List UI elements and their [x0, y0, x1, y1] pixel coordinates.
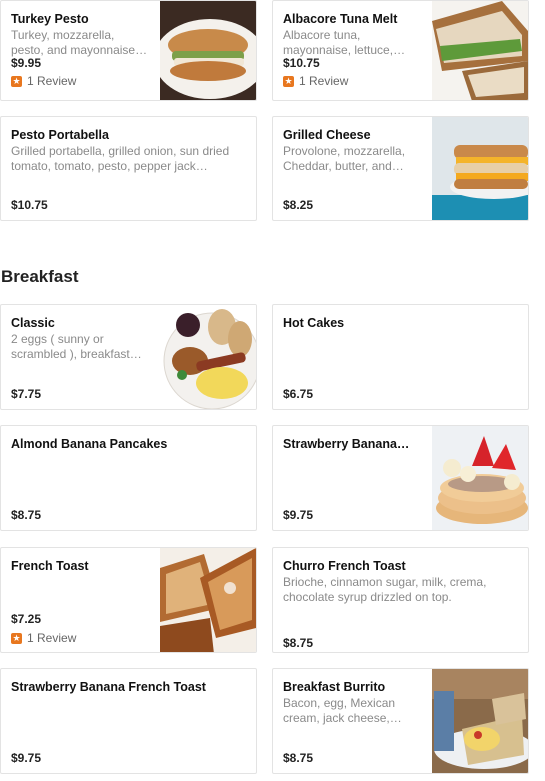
item-price: $9.75 [283, 508, 314, 522]
item-name: Pesto Portabella [11, 128, 109, 142]
item-review[interactable]: 1 Review [283, 74, 348, 88]
item-name: Strawberry Banana French Toast [11, 680, 206, 694]
item-price: $7.25 [11, 612, 42, 626]
menu-item-card[interactable]: Pesto Portabella Grilled portabella, gri… [0, 116, 257, 221]
item-description: Albacore tuna, mayonnaise, lettuce,… [283, 28, 406, 57]
item-name: Breakfast Burrito [283, 680, 386, 694]
item-description: Provolone, mozzarella, Cheddar, butter, … [283, 144, 406, 173]
item-name: Hot Cakes [283, 316, 345, 330]
item-name: Strawberry Banana… [283, 437, 410, 451]
menu-item-card[interactable]: Grilled Cheese Provolone, mozzarella, Ch… [272, 116, 529, 221]
item-description: 2 eggs ( sunny or scrambled ), breakfast… [11, 332, 142, 361]
item-photo-strawberry-banana-pancakes [432, 426, 528, 530]
review-count: 1 Review [27, 74, 77, 88]
item-description: Brioche, cinnamon sugar, milk, crema, ch… [283, 575, 487, 604]
review-count: 1 Review [27, 631, 77, 645]
item-price: $8.25 [283, 198, 314, 212]
item-price: $9.75 [11, 751, 42, 765]
item-description: Turkey, mozzarella, pesto, and mayonnais… [11, 28, 136, 57]
menu-item-card[interactable]: Almond Banana Pancakes $8.75 [0, 425, 257, 531]
item-photo-french-toast [160, 548, 256, 652]
item-name: Albacore Tuna Melt [283, 12, 398, 26]
item-description: Grilled portabella, grilled onion, sun d… [11, 144, 230, 173]
item-photo-albacore-tuna-melt [432, 1, 528, 100]
menu-item-card[interactable]: Strawberry Banana French Toast $9.75 [0, 668, 257, 774]
star-icon [11, 75, 22, 87]
menu-item-card[interactable]: Albacore Tuna Melt Albacore tuna, mayonn… [272, 0, 529, 101]
menu-item-card[interactable]: Hot Cakes $6.75 [272, 304, 529, 410]
item-price: $10.75 [283, 56, 320, 70]
menu-item-card[interactable]: Classic 2 eggs ( sunny or scrambled ), b… [0, 304, 257, 410]
item-price: $6.75 [283, 387, 314, 401]
item-photo-grilled-cheese [432, 117, 528, 220]
item-review[interactable]: 1 Review [11, 74, 76, 88]
menu-item-card[interactable]: Breakfast Burrito Bacon, egg, Mexican cr… [272, 668, 529, 774]
item-description: Bacon, egg, Mexican cream, jack cheese,… [283, 696, 402, 725]
item-name: Classic [11, 316, 55, 330]
star-icon [283, 75, 294, 87]
menu-item-card[interactable]: French Toast $7.25 1 Review [0, 547, 257, 653]
menu-item-card[interactable]: Churro French Toast Brioche, cinnamon su… [272, 547, 529, 653]
item-price: $8.75 [283, 636, 314, 650]
item-price: $10.75 [11, 198, 48, 212]
item-name: Almond Banana Pancakes [11, 437, 168, 451]
item-photo-turkey-pesto [160, 1, 256, 100]
item-price: $8.75 [11, 508, 42, 522]
item-photo-classic [160, 305, 256, 409]
item-name: Grilled Cheese [283, 128, 371, 142]
star-icon [11, 632, 22, 644]
item-name: French Toast [11, 559, 89, 573]
item-name: Churro French Toast [283, 559, 406, 573]
item-review[interactable]: 1 Review [11, 631, 76, 645]
item-name: Turkey Pesto [11, 12, 89, 26]
item-photo-breakfast-burrito [432, 669, 528, 773]
menu-item-card[interactable]: Strawberry Banana… $9.75 [272, 425, 529, 531]
item-price: $7.75 [11, 387, 42, 401]
item-price: $9.95 [11, 56, 42, 70]
menu-item-card[interactable]: Turkey Pesto Turkey, mozzarella, pesto, … [0, 0, 257, 101]
review-count: 1 Review [299, 74, 349, 88]
section-title-breakfast: Breakfast [1, 267, 79, 286]
item-price: $8.75 [283, 751, 314, 765]
